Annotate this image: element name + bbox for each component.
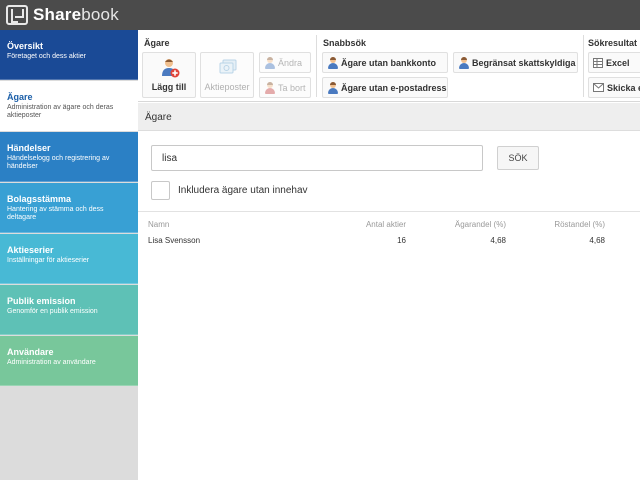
search-results-group: Sökresultat Excel Skicka e bbox=[584, 30, 640, 102]
sidebar-item-anvandare[interactable]: Användare Administration av användare bbox=[0, 336, 138, 386]
owners-without-email-label: Ägare utan e-postadress bbox=[341, 82, 447, 93]
top-bar: Sharebook bbox=[0, 0, 640, 30]
sidebar-item-title: Ägare bbox=[7, 92, 33, 102]
app-logo-text: Sharebook bbox=[33, 5, 119, 24]
sidebar-item-subtitle: Inställningar för aktieserier bbox=[7, 257, 90, 264]
include-owners-label: Inkludera ägare utan innehav bbox=[178, 185, 308, 196]
group-title: Ägare bbox=[144, 38, 170, 48]
sidebar-item-handelser[interactable]: Händelser Händelselogg och registrering … bbox=[0, 132, 138, 182]
certificates-icon bbox=[219, 59, 237, 74]
cell-share-count: 16 bbox=[397, 236, 406, 245]
send-email-button[interactable]: Skicka e bbox=[588, 77, 640, 98]
owners-without-email-button[interactable]: Ägare utan e-postadress bbox=[322, 77, 448, 98]
limited-tax-liability-label: Begränsat skattskyldiga bbox=[472, 57, 576, 68]
cell-ownership-percent: 4,68 bbox=[490, 236, 506, 245]
sidebar-item-subtitle: Administration av ägare och deras aktiep… bbox=[7, 104, 114, 119]
owners-without-bank-account-label: Ägare utan bankkonto bbox=[341, 57, 437, 68]
add-owner-label: Lägg till bbox=[151, 82, 187, 92]
sidebar-item-title: Översikt bbox=[7, 41, 44, 51]
table-divider bbox=[138, 211, 640, 212]
column-header-ownership[interactable]: Ägarandel (%) bbox=[420, 220, 506, 229]
share-positions-button[interactable]: Aktieposter bbox=[200, 52, 254, 98]
export-excel-label: Excel bbox=[606, 57, 630, 68]
owner-search-input[interactable] bbox=[151, 145, 483, 171]
limited-tax-liability-button[interactable]: Begränsat skattskyldiga bbox=[453, 52, 578, 73]
delete-person-icon bbox=[264, 81, 275, 94]
sidebar-item-agare[interactable]: Ägare Administration av ägare och deras … bbox=[0, 81, 138, 131]
add-owner-button[interactable]: Lägg till bbox=[142, 52, 196, 98]
sidebar-item-title: Bolagsstämma bbox=[7, 194, 72, 204]
edit-person-icon bbox=[264, 56, 275, 69]
content-header: Ägare bbox=[138, 103, 640, 131]
add-person-icon bbox=[162, 59, 180, 78]
person-icon bbox=[327, 81, 338, 94]
owner-group: Ägare Lägg till Aktieposter Ändra Ta bor… bbox=[138, 30, 316, 102]
cell-voting-percent: 4,68 bbox=[589, 236, 605, 245]
sidebar-item-subtitle: Händelselogg och registrering av händels… bbox=[7, 155, 110, 170]
delete-owner-button[interactable]: Ta bort bbox=[259, 77, 311, 98]
ribbon-toolbar: Ägare Lägg till Aktieposter Ändra Ta bor… bbox=[138, 30, 640, 102]
sharebook-logo-icon bbox=[6, 5, 28, 25]
include-owners-checkbox[interactable] bbox=[151, 181, 170, 200]
sidebar: Översikt Företaget och dess aktier Ägare… bbox=[0, 30, 138, 480]
sidebar-item-subtitle: Hantering av stämma och dess deltagare bbox=[7, 206, 104, 221]
send-email-label: Skicka e bbox=[607, 82, 640, 93]
column-header-share-count[interactable]: Antal aktier bbox=[330, 220, 406, 229]
column-header-name[interactable]: Namn bbox=[148, 220, 169, 229]
spreadsheet-icon bbox=[593, 57, 603, 68]
column-header-voting[interactable]: Röstandel (%) bbox=[520, 220, 605, 229]
sidebar-item-subtitle: Genomför en publik emission bbox=[7, 308, 98, 315]
sidebar-item-subtitle: Företaget och dess aktier bbox=[7, 53, 86, 60]
sidebar-item-title: Publik emission bbox=[7, 296, 76, 306]
person-icon bbox=[327, 56, 338, 69]
sidebar-item-bolagsstamma[interactable]: Bolagsstämma Hantering av stämma och des… bbox=[0, 183, 138, 233]
sidebar-item-publik-emission[interactable]: Publik emission Genomför en publik emiss… bbox=[0, 285, 138, 335]
quick-search-group: Snabbsök Ägare utan bankkonto Begränsat … bbox=[317, 30, 582, 102]
edit-owner-button[interactable]: Ändra bbox=[259, 52, 311, 73]
app-logo[interactable]: Sharebook bbox=[6, 5, 119, 25]
sidebar-item-aktieserier[interactable]: Aktieserier Inställningar för aktieserie… bbox=[0, 234, 138, 284]
share-positions-label: Aktieposter bbox=[204, 82, 250, 92]
envelope-icon bbox=[593, 83, 604, 92]
sidebar-item-title: Användare bbox=[7, 347, 54, 357]
cell-owner-name[interactable]: Lisa Svensson bbox=[148, 236, 200, 245]
search-button[interactable]: SÖK bbox=[497, 146, 539, 170]
person-icon bbox=[458, 56, 469, 69]
sidebar-item-title: Händelser bbox=[7, 143, 51, 153]
delete-owner-label: Ta bort bbox=[278, 82, 306, 93]
owners-without-bank-account-button[interactable]: Ägare utan bankkonto bbox=[322, 52, 448, 73]
export-excel-button[interactable]: Excel bbox=[588, 52, 640, 73]
group-title: Snabbsök bbox=[323, 38, 367, 48]
sidebar-item-title: Aktieserier bbox=[7, 245, 54, 255]
edit-owner-label: Ändra bbox=[278, 57, 303, 68]
sidebar-item-subtitle: Administration av användare bbox=[7, 359, 96, 366]
sidebar-item-oversikt[interactable]: Översikt Företaget och dess aktier bbox=[0, 30, 138, 80]
group-title: Sökresultat bbox=[588, 38, 638, 48]
